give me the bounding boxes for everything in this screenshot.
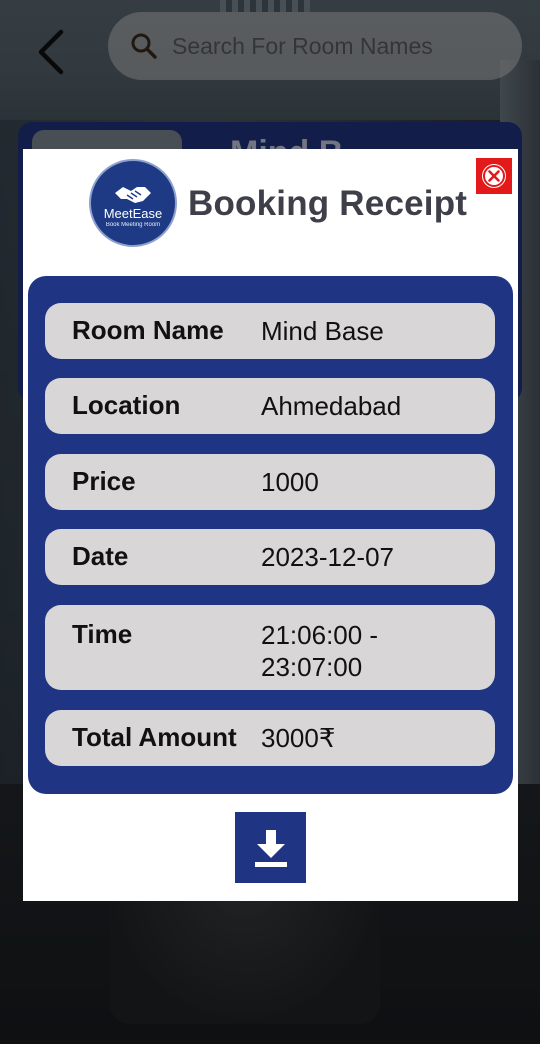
logo-brand: MeetEase bbox=[103, 206, 163, 221]
receipt-label: Room Name bbox=[72, 315, 224, 345]
receipt-label: Date bbox=[72, 541, 129, 571]
receipt-value: Mind Base bbox=[261, 316, 384, 346]
receipt-label: Price bbox=[72, 466, 136, 496]
receipt-value: Ahmedabad bbox=[261, 391, 402, 421]
meetease-logo: MeetEase Book Meeting Room bbox=[89, 159, 177, 247]
receipt-row-time: Time 21:06:00 - 23:07:00 bbox=[45, 605, 495, 690]
logo-tagline: Book Meeting Room bbox=[105, 222, 161, 228]
receipt-value: 3000₹ bbox=[261, 723, 336, 753]
receipt-row-date: Date 2023-12-07 bbox=[45, 529, 495, 585]
modal-title: Booking Receipt bbox=[188, 184, 468, 223]
receipt-row-location: Location Ahmedabad bbox=[45, 378, 495, 434]
receipt-label: Time bbox=[72, 619, 133, 649]
receipt-row-total-amount: Total Amount 3000₹ bbox=[45, 710, 495, 766]
close-icon bbox=[482, 164, 506, 188]
receipt-value: 21:06:00 - 23:07:00 bbox=[261, 620, 379, 682]
download-button[interactable] bbox=[235, 812, 306, 883]
receipt-label: Location bbox=[72, 390, 181, 420]
receipt-value: 2023-12-07 bbox=[261, 542, 394, 572]
close-button[interactable] bbox=[476, 158, 512, 194]
handshake-icon bbox=[115, 187, 151, 203]
download-icon bbox=[254, 829, 287, 867]
receipt-row-price: Price 1000 bbox=[45, 454, 495, 510]
receipt-row-room-name: Room Name Mind Base bbox=[45, 303, 495, 359]
receipt-value: 1000 bbox=[261, 467, 319, 497]
receipt-label: Total Amount bbox=[72, 722, 237, 752]
